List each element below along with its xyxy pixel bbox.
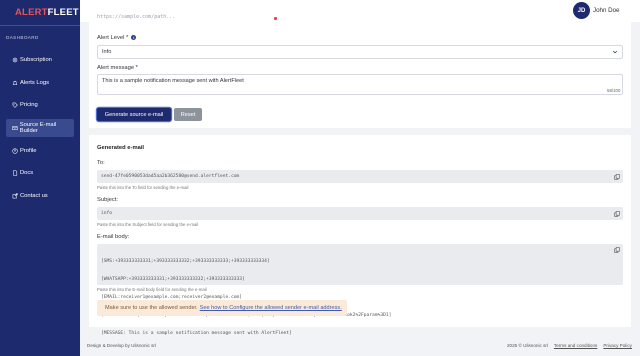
subject-field[interactable]: info	[97, 207, 623, 220]
copy-icon[interactable]	[614, 211, 620, 217]
terms-link[interactable]: Terms and conditions	[554, 343, 597, 348]
subject-value: info	[101, 211, 113, 216]
avatar[interactable]: JD	[573, 2, 590, 19]
sidebar-divider	[0, 25, 80, 26]
to-hint: Paste this into the To field for sending…	[97, 185, 189, 190]
sidebar-item-contact-us[interactable]: Contact us	[6, 187, 74, 205]
brand-logo[interactable]: ALERTFLEET	[12, 5, 79, 19]
body-hint: Paste this into the E-mail body field fo…	[97, 287, 207, 292]
external-link-icon	[12, 193, 18, 199]
sidebar-item-alerts-logs[interactable]: Alerts Logs	[6, 74, 74, 92]
sidebar-item-label: Source E-mail Builder	[19, 122, 57, 134]
body-label: E-mail body:	[97, 234, 130, 240]
sidebar-item-label: Pricing	[20, 102, 38, 108]
alert-message-textarea[interactable]: This is a sample notification message se…	[97, 74, 623, 95]
sidebar-item-subscription[interactable]: Subscription	[6, 51, 74, 69]
footer-credits: Design & Develop by Ulisnonic srl	[87, 343, 156, 348]
sidebar-item-source-email-builder[interactable]: Source E-mail Builder	[6, 119, 74, 137]
alert-text: Make sure to use the allowed sender.	[105, 305, 198, 311]
privacy-link[interactable]: Privacy Policy	[603, 343, 632, 348]
body-line: [SMS:+393333333331;+393333333332;+393333…	[101, 259, 270, 264]
to-field[interactable]: send-47fe0590053dad5aa2b362580@send.aler…	[97, 170, 623, 183]
copy-icon[interactable]	[614, 247, 620, 253]
info-icon[interactable]: i	[131, 35, 137, 40]
faded-url-fragment: https://sample.com/path...	[97, 14, 176, 20]
copy-icon[interactable]	[614, 174, 620, 180]
sidebar-item-label: Docs	[20, 170, 34, 176]
generate-source-email-button[interactable]: Generate source e-mail	[97, 108, 171, 121]
red-marker	[274, 17, 277, 20]
gear-icon	[12, 57, 18, 63]
alert-level-value: Info	[102, 49, 112, 55]
body-line: [MESSAGE: This is a sample notification …	[101, 331, 292, 336]
alert-message-label: Alert message *	[97, 65, 138, 71]
footer-copyright: 2025 © Ulisnonic srl	[507, 343, 548, 348]
char-counter: 58/100	[607, 88, 621, 93]
sidebar-item-label: Alerts Logs	[20, 80, 49, 86]
sidebar: ALERTFLEET DASHBOARD Subscription Alerts…	[0, 0, 80, 356]
generated-email-title: Generated e-mail	[97, 145, 145, 151]
top-bar: https://sample.com/path... JD John Doe	[80, 0, 640, 22]
chevron-down-icon	[612, 50, 618, 54]
sidebar-item-label: Profile	[20, 148, 37, 154]
body-line: [WHATSAPP:+393333333331;+393333333332;+3…	[101, 277, 245, 282]
sidebar-item-profile[interactable]: Profile	[6, 142, 74, 160]
sidebar-item-label: Contact us	[20, 193, 48, 199]
user-name[interactable]: John Doe	[593, 7, 620, 14]
doc-icon	[13, 170, 18, 176]
tag-icon	[12, 102, 18, 108]
sidebar-item-pricing[interactable]: Pricing	[6, 96, 74, 114]
alert-level-select[interactable]: Info	[97, 45, 623, 59]
user-icon	[12, 148, 18, 154]
subject-label: Subject:	[97, 197, 118, 203]
sidebar-item-docs[interactable]: Docs	[6, 164, 74, 182]
sidebar-item-label: Subscription	[20, 57, 52, 63]
body-field[interactable]: [SMS:+393333333331;+393333333332;+393333…	[97, 244, 623, 336]
reset-button[interactable]: Reset	[174, 108, 202, 121]
configure-sender-link[interactable]: See how to Configure the allowed sender …	[200, 305, 342, 311]
to-value: send-47fe0590053dad5aa2b362580@send.aler…	[101, 174, 240, 179]
subject-hint: Paste this into the Subject field for se…	[97, 222, 199, 227]
allowed-sender-alert: Make sure to use the allowed sender. See…	[97, 300, 347, 316]
footer-links: 2025 © Ulisnonic srl Terms and condition…	[507, 343, 632, 348]
bell-icon	[12, 80, 18, 85]
envelope-icon	[12, 126, 18, 130]
sidebar-section-label: DASHBOARD	[6, 35, 39, 40]
brand-name: ALERTFLEET	[15, 6, 79, 18]
alert-level-label: Alert Level * i	[97, 35, 137, 42]
to-label: To:	[97, 160, 105, 166]
